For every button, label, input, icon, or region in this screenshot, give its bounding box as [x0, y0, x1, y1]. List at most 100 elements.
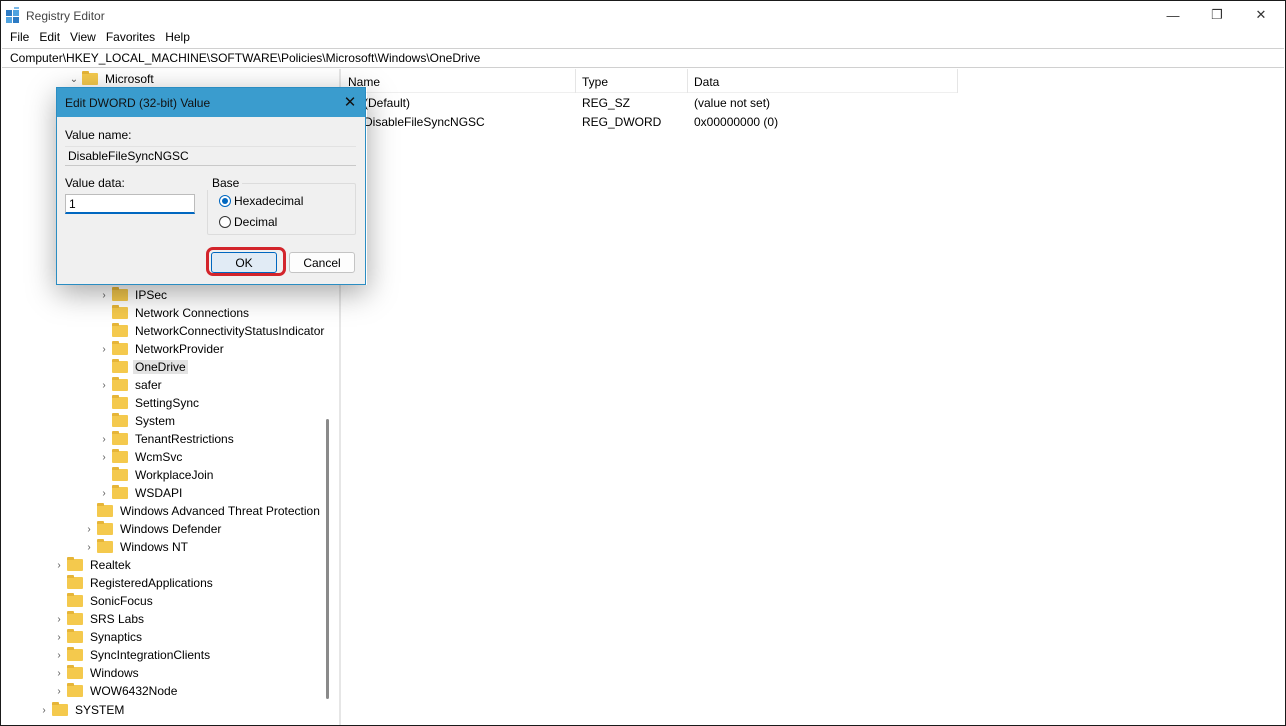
chevron-down-icon[interactable]: ⌄	[68, 70, 80, 88]
chevron-right-icon[interactable]: ›	[53, 628, 65, 646]
tree-item[interactable]: System	[98, 412, 177, 430]
menu-help[interactable]: Help	[160, 28, 195, 46]
tree-item-label: WorkplaceJoin	[135, 468, 214, 482]
value-name-field: DisableFileSyncNGSC	[65, 146, 356, 166]
chevron-right-icon[interactable]: ›	[83, 538, 95, 556]
ok-highlight-annotation	[206, 247, 286, 276]
dialog-title: Edit DWORD (32-bit) Value	[65, 96, 211, 110]
value-data-label: Value data:	[65, 176, 125, 190]
tree-item-label: SyncIntegrationClients	[90, 648, 211, 662]
tree-item-label: Synaptics	[90, 630, 143, 644]
tree-item-label: Windows NT	[120, 540, 189, 554]
dialog-close-icon[interactable]: ✕	[341, 93, 359, 111]
registry-editor-window: Registry Editor — ❐ ✕ File Edit View Fav…	[0, 0, 1286, 726]
tree-item-microsoft[interactable]: ⌄ Microsoft	[68, 70, 156, 88]
tree-item[interactable]: NetworkConnectivityStatusIndicator	[98, 322, 326, 340]
radio-button-checked[interactable]	[219, 195, 231, 207]
list-row[interactable]: DisableFileSyncNGSC REG_DWORD 0x00000000…	[342, 113, 962, 132]
menu-file[interactable]: File	[1, 28, 34, 46]
menu-favorites[interactable]: Favorites	[101, 28, 160, 46]
chevron-right-icon[interactable]: ›	[83, 520, 95, 538]
tree-item[interactable]: › NetworkProvider	[98, 340, 226, 358]
chevron-right-icon[interactable]: ›	[53, 556, 65, 574]
chevron-right-icon[interactable]: ›	[98, 484, 110, 502]
tree-item-label: NetworkProvider	[135, 342, 224, 356]
list-row[interactable]: (Default) REG_SZ (value not set)	[342, 94, 962, 113]
radio-decimal[interactable]: Decimal	[219, 215, 277, 229]
radio-button[interactable]	[219, 216, 231, 228]
value-name-label: Value name:	[65, 128, 132, 142]
tree-item[interactable]: › Windows NT	[83, 538, 190, 556]
chevron-right-icon[interactable]: ›	[98, 340, 110, 358]
tree-item-label: WSDAPI	[135, 486, 183, 500]
chevron-right-icon[interactable]: ›	[53, 610, 65, 628]
chevron-right-icon[interactable]: ›	[53, 646, 65, 664]
tree-item[interactable]: Network Connections	[98, 304, 251, 322]
tree-item[interactable]: RegisteredApplications	[53, 574, 215, 592]
cancel-button[interactable]: Cancel	[289, 252, 355, 273]
tree-item[interactable]: › safer	[98, 376, 164, 394]
tree-item[interactable]: › Synaptics	[53, 628, 144, 646]
chevron-right-icon[interactable]: ›	[98, 286, 110, 304]
folder-icon	[82, 71, 98, 85]
folder-icon	[67, 557, 83, 571]
tree-item[interactable]: Windows Advanced Threat Protection	[83, 502, 322, 520]
values-list[interactable]: Name Type Data (Default) REG_SZ (value n…	[342, 69, 1285, 725]
folder-icon	[112, 323, 128, 337]
chevron-right-icon[interactable]: ›	[53, 664, 65, 682]
tree-item[interactable]: › Windows Defender	[83, 520, 223, 538]
tree-item-label: WOW6432Node	[90, 684, 178, 698]
folder-icon	[112, 449, 128, 463]
radio-hexadecimal[interactable]: Hexadecimal	[219, 194, 303, 208]
tree-item-label: NetworkConnectivityStatusIndicator	[135, 324, 325, 338]
close-button[interactable]: ✕	[1239, 1, 1283, 29]
tree-item-label: SYSTEM	[75, 703, 125, 717]
chevron-right-icon[interactable]: ›	[38, 701, 50, 719]
tree-item[interactable]: › Windows	[53, 664, 141, 682]
tree-item[interactable]: › SyncIntegrationClients	[53, 646, 212, 664]
tree-item[interactable]: › WOW6432Node	[53, 682, 179, 700]
chevron-right-icon[interactable]: ›	[98, 448, 110, 466]
chevron-right-icon[interactable]: ›	[98, 376, 110, 394]
folder-icon	[112, 305, 128, 319]
tree-item[interactable]: › TenantRestrictions	[98, 430, 236, 448]
folder-icon	[97, 521, 113, 535]
folder-icon	[67, 575, 83, 589]
chevron-right-icon[interactable]: ›	[98, 430, 110, 448]
tree-item[interactable]: › WcmSvc	[98, 448, 184, 466]
tree-item-system-root[interactable]: › SYSTEM	[38, 701, 126, 719]
folder-icon	[112, 359, 128, 373]
restore-button[interactable]: ❐	[1195, 1, 1239, 29]
minimize-button[interactable]: —	[1151, 1, 1195, 29]
column-header-data[interactable]: Data	[688, 69, 958, 93]
tree-item[interactable]: OneDrive	[98, 358, 188, 376]
folder-icon	[112, 341, 128, 355]
registry-editor-icon	[6, 7, 19, 23]
tree-item[interactable]: › IPSec	[98, 286, 169, 304]
tree-item[interactable]: WorkplaceJoin	[98, 466, 215, 484]
base-label: Base	[207, 176, 243, 190]
tree-item[interactable]: › Realtek	[53, 556, 133, 574]
chevron-right-icon[interactable]: ›	[53, 682, 65, 700]
tree-item-label: SettingSync	[135, 396, 200, 410]
menu-edit[interactable]: Edit	[34, 28, 65, 46]
tree-item-label: IPSec	[135, 288, 168, 302]
tree-item[interactable]: › SRS Labs	[53, 610, 146, 628]
radio-label: Hexadecimal	[234, 194, 304, 208]
folder-icon	[52, 702, 68, 716]
menu-view[interactable]: View	[65, 28, 101, 46]
tree-item[interactable]: SonicFocus	[53, 592, 155, 610]
column-header-name[interactable]: Name	[342, 69, 576, 93]
folder-icon	[97, 503, 113, 517]
value-data-input[interactable]	[65, 194, 195, 214]
tree-item[interactable]: SettingSync	[98, 394, 201, 412]
row-type: REG_DWORD	[582, 115, 662, 129]
column-header-type[interactable]: Type	[576, 69, 688, 93]
address-bar[interactable]: Computer\HKEY_LOCAL_MACHINE\SOFTWARE\Pol…	[2, 48, 1284, 68]
scrollbar-thumb[interactable]	[326, 419, 329, 699]
tree-item[interactable]: › WSDAPI	[98, 484, 184, 502]
